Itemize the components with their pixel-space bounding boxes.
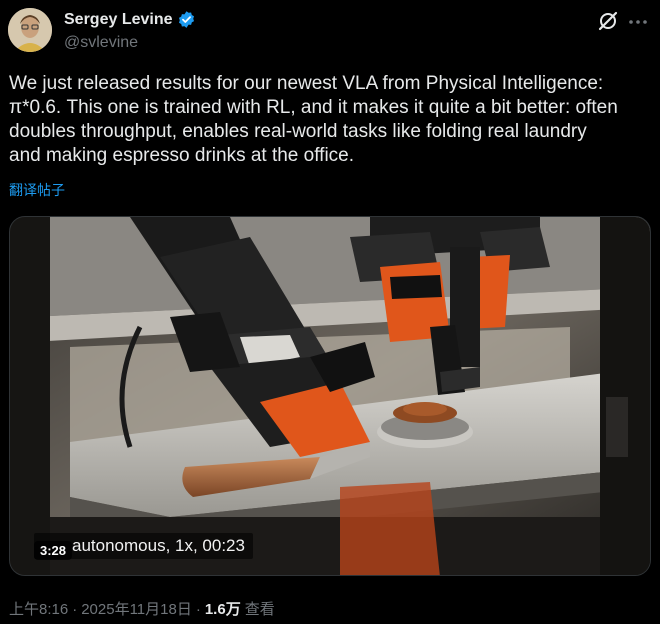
author-name[interactable]: Sergey Levine xyxy=(64,10,196,29)
post-time[interactable]: 上午8:16 xyxy=(9,598,68,619)
video-frame-image xyxy=(10,217,650,575)
meta-separator: · xyxy=(72,601,78,618)
meta-separator-2: · xyxy=(195,601,201,618)
translate-post-link[interactable]: 翻译帖子 xyxy=(9,180,65,200)
grok-icon[interactable] xyxy=(596,9,620,33)
post-date[interactable]: 2025年11月18日 xyxy=(81,598,192,619)
author-handle[interactable]: @svlevine xyxy=(64,34,138,52)
tweet-meta: 上午8:16 · 2025年11月18日 · 1.6万 查看 xyxy=(9,598,275,619)
author-name-text[interactable]: Sergey Levine xyxy=(64,11,173,29)
video-duration-badge: 3:28 xyxy=(34,541,73,560)
verified-badge-icon xyxy=(178,11,194,28)
views-label: 查看 xyxy=(244,601,275,618)
more-icon[interactable] xyxy=(626,10,650,34)
views-count: 1.6万 xyxy=(204,601,241,618)
video-player[interactable]: autonomous, 1x, 00:23 3:28 xyxy=(9,216,651,576)
avatar[interactable] xyxy=(8,8,52,52)
tweet: Sergey Levine @svlevine We just released… xyxy=(0,0,660,624)
tweet-text: We just released results for our newest … xyxy=(9,73,618,166)
